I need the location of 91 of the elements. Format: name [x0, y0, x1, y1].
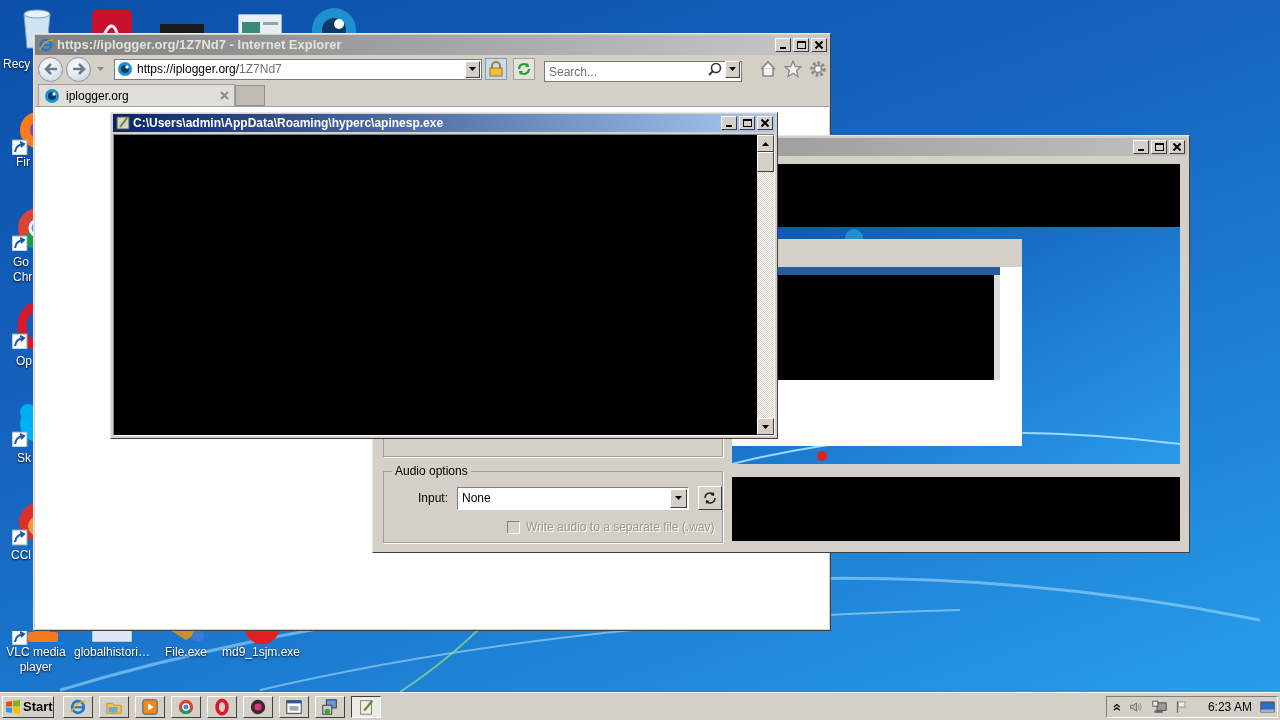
network-icon[interactable]	[1151, 698, 1167, 715]
refresh-icon	[702, 490, 718, 506]
minimize-icon	[780, 47, 786, 49]
icon-label: CCl	[11, 548, 31, 563]
chrome-icon	[177, 697, 195, 716]
minimize-button[interactable]	[1133, 140, 1149, 154]
forward-arrow-icon	[71, 63, 86, 75]
close-icon	[1173, 143, 1181, 151]
window-title: https://iplogger.org/1Z7Nd7 - Internet Explorer	[57, 36, 343, 55]
minimize-button[interactable]	[721, 116, 737, 130]
cone-icon	[12, 631, 58, 645]
dropdown-button[interactable]	[670, 488, 687, 508]
lock-icon	[489, 61, 503, 77]
close-button[interactable]	[811, 38, 827, 52]
scrollbar[interactable]	[757, 135, 774, 435]
browser-logo-icon	[69, 697, 87, 716]
scroll-down-button[interactable]	[757, 418, 774, 435]
caret-icon	[468, 66, 477, 72]
dropdown-button[interactable]	[465, 60, 480, 78]
minimize-icon	[726, 125, 732, 127]
icon-label: VLC media player	[5, 645, 67, 675]
scroll-up-button[interactable]	[757, 135, 774, 152]
address-text: https://iplogger.org/1Z7Nd7	[137, 61, 283, 78]
chevron-up-icon[interactable]	[1113, 701, 1121, 712]
window-title: C:\Users\admin\AppData\Roaming\hyperc\apinesp.exe	[133, 115, 445, 132]
search-field[interactable]: Search...	[544, 61, 742, 82]
play-icon	[141, 697, 159, 716]
icon-label: Recy	[3, 57, 31, 72]
input-label: Input:	[416, 490, 448, 507]
icon-label: Op	[16, 354, 32, 369]
icon-label: Fir	[16, 155, 30, 170]
site-icon	[44, 87, 60, 104]
document-app-icon	[92, 10, 132, 33]
computer-icon	[321, 697, 339, 716]
dropdown-value: None	[461, 490, 492, 507]
address-bar[interactable]: https://iplogger.org/1Z7Nd7	[114, 58, 482, 80]
down-arrow-icon	[761, 423, 770, 430]
browser-tab[interactable]: iplogger.org	[38, 84, 235, 106]
site-icon	[117, 61, 133, 77]
browser-logo-icon	[38, 37, 54, 53]
circle-app-icon	[244, 631, 280, 644]
close-button[interactable]	[1169, 140, 1185, 154]
speaker-icon[interactable]	[1128, 699, 1144, 714]
caret-icon	[728, 66, 737, 72]
refresh-icon	[517, 62, 531, 76]
icon-label: globalhistori…	[72, 645, 151, 660]
console-app-icon	[116, 116, 130, 130]
maximize-icon	[1154, 143, 1164, 151]
tab-label: iplogger.org	[66, 87, 130, 105]
clock[interactable]: 6:23 AM	[1207, 697, 1252, 716]
show-desktop-icon[interactable]	[1259, 699, 1275, 714]
start-button[interactable]: Start	[2, 695, 54, 718]
back-arrow-icon	[43, 63, 58, 75]
forward-button[interactable]	[66, 56, 91, 82]
close-icon	[815, 41, 823, 49]
up-arrow-icon	[761, 140, 770, 147]
dropdown-button[interactable]	[725, 60, 740, 78]
close-icon	[761, 119, 769, 127]
group-title: Audio options	[392, 464, 471, 478]
taskbar-button[interactable]	[351, 695, 381, 718]
icon-label: File.exe	[164, 645, 208, 660]
back-button[interactable]	[38, 56, 63, 82]
minimize-button[interactable]	[775, 38, 791, 52]
icon-label: Sk	[17, 451, 31, 466]
flag-icon[interactable]	[1174, 698, 1188, 715]
checkbox-label: Write audio to a separate file (.wav)	[526, 519, 715, 536]
icon-label: md9_1sjm.exe	[220, 645, 301, 660]
notepad-icon	[357, 697, 375, 716]
caret-icon	[96, 66, 105, 72]
search-icon	[708, 61, 722, 76]
window-icon	[285, 697, 303, 716]
icon-label: Go Chr	[13, 255, 33, 285]
close-button[interactable]	[757, 116, 773, 130]
maximize-button[interactable]	[1151, 140, 1167, 154]
maximize-icon	[796, 41, 806, 49]
ring-icon	[12, 302, 33, 349]
scroll-thumb[interactable]	[757, 152, 774, 172]
input-dropdown[interactable]: None	[457, 486, 689, 510]
windows-logo-icon	[5, 698, 21, 715]
settings-icon[interactable]	[809, 60, 827, 78]
maximize-button[interactable]	[793, 38, 809, 52]
record-icon	[249, 697, 267, 716]
maximize-button[interactable]	[739, 116, 755, 130]
minimize-icon	[1138, 149, 1144, 151]
close-icon[interactable]	[220, 91, 229, 100]
maximize-icon	[742, 119, 752, 127]
ring-icon	[213, 697, 231, 716]
security-button[interactable]	[485, 58, 507, 80]
star-icon[interactable]	[784, 60, 802, 78]
home-icon[interactable]	[759, 60, 777, 78]
caret-icon	[674, 495, 683, 501]
